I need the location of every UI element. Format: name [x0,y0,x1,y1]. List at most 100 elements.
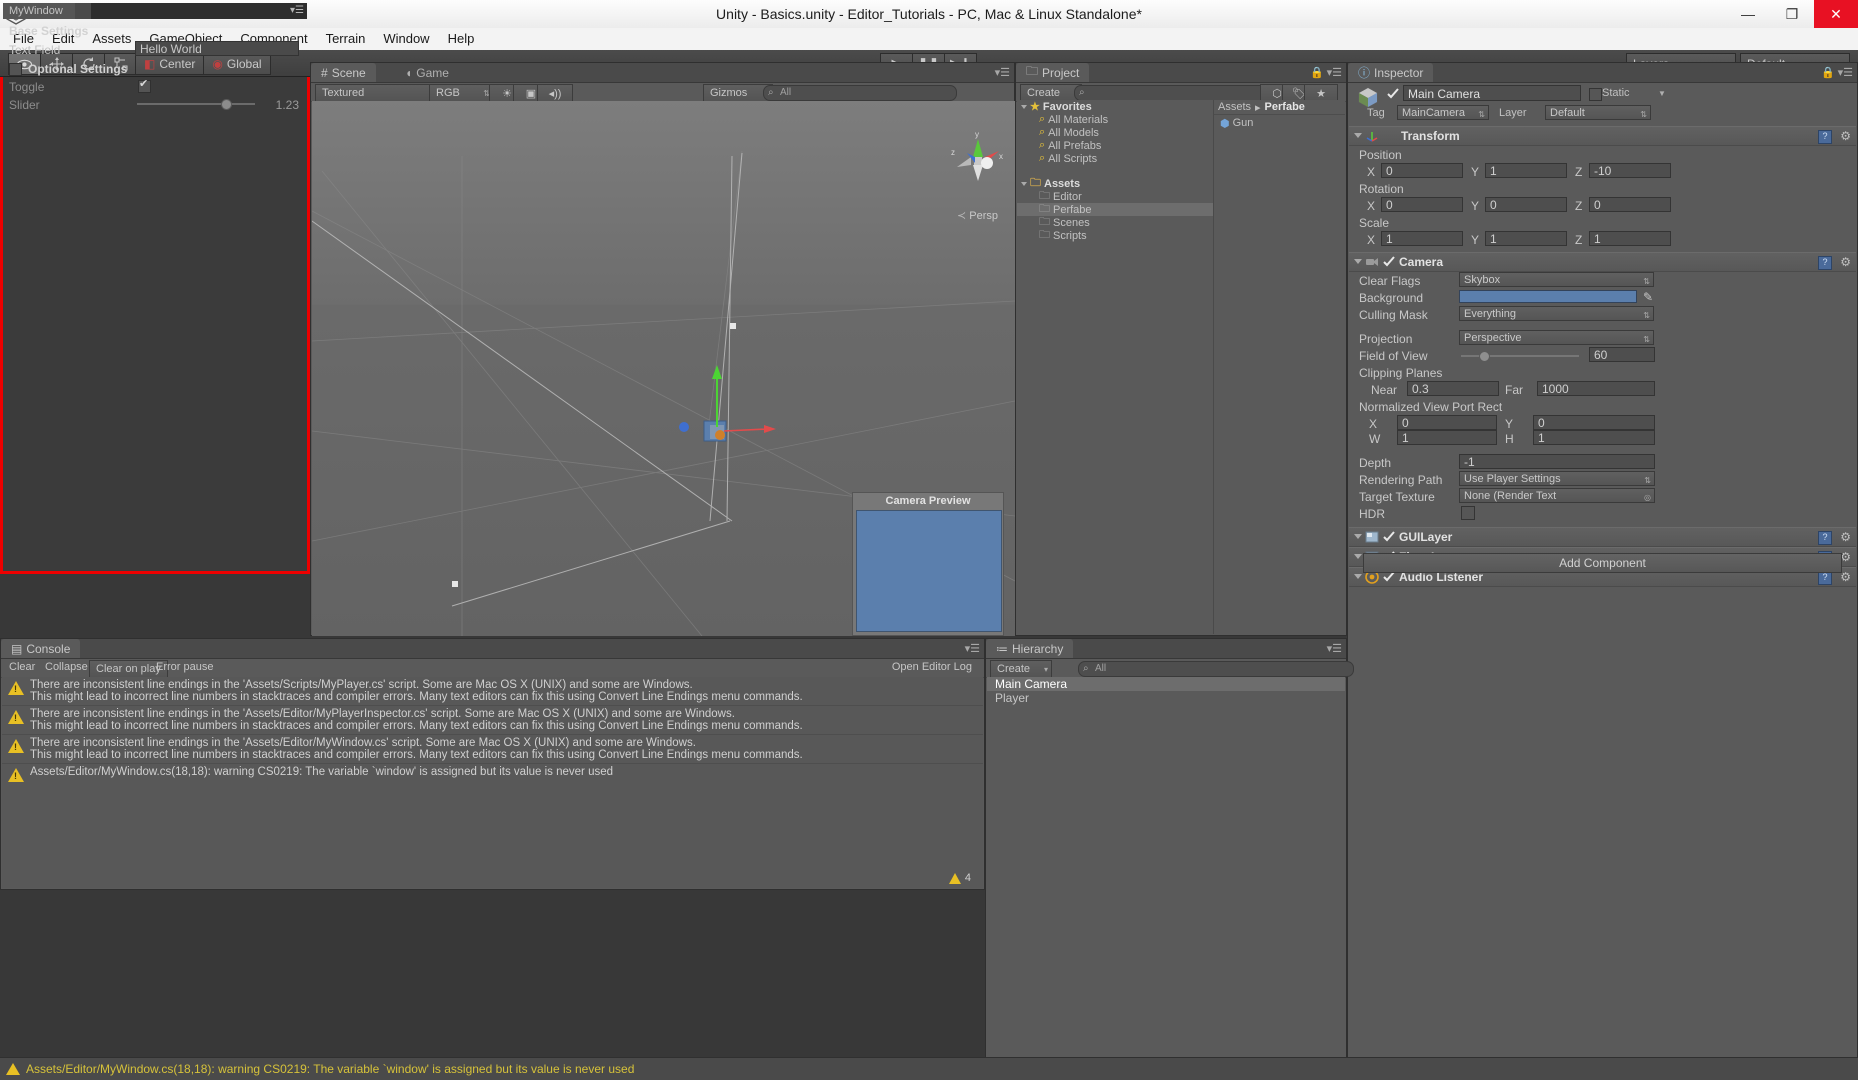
fov-value-input[interactable]: 60 [1589,347,1655,362]
guilayer-enabled-checkbox[interactable] [1383,531,1395,543]
console-collapse-button[interactable]: Collapse [45,661,88,673]
lock-icon[interactable]: 🔒 [1310,66,1324,79]
menu-help[interactable]: Help [439,29,484,49]
help-icon[interactable]: ? [1818,130,1832,144]
tree-item-all-materials[interactable]: ⌕ All Materials [1017,113,1213,126]
console-log-row[interactable]: There are inconsistent line endings in t… [2,706,983,734]
position-z-input[interactable]: -10 [1589,163,1671,178]
hierarchy-search-input[interactable]: ⌕ All [1078,661,1354,677]
position-x-input[interactable]: 0 [1381,163,1463,178]
component-header-transform[interactable]: Transform ? ⚙ [1349,126,1856,146]
chevron-down-icon[interactable] [1021,182,1027,186]
gameobject-enabled-checkbox[interactable] [1387,88,1399,100]
console-log-row[interactable]: Assets/Editor/MyWindow.cs(18,18): warnin… [2,764,983,790]
breadcrumb-root[interactable]: Assets [1218,101,1251,113]
menu-terrain[interactable]: Terrain [317,29,375,49]
slider-knob[interactable] [221,99,232,110]
rotation-z-input[interactable]: 0 [1589,197,1671,212]
projection-dropdown[interactable]: Perspective ⇅ [1459,330,1654,345]
tag-dropdown[interactable]: MainCamera ⇅ [1397,105,1489,120]
rendering-path-dropdown[interactable]: Use Player Settings ⇅ [1459,471,1655,486]
scene-orientation-gizmo[interactable]: y z x [947,129,1009,191]
tree-item-scripts[interactable]: 🗀 Scripts [1017,229,1213,242]
help-icon[interactable]: ? [1818,571,1832,585]
optional-settings-checkbox[interactable] [9,63,22,76]
gear-icon[interactable]: ⚙ [1840,255,1851,269]
panel-menu-icon[interactable]: ▾☰ [1327,642,1342,655]
scale-x-input[interactable]: 1 [1381,231,1463,246]
tab-inspector[interactable]: ⓘ Inspector [1348,63,1433,82]
viewport-x-input[interactable]: 0 [1397,415,1497,430]
render-mode-dropdown[interactable]: RGB ⇅ [429,84,495,102]
add-component-button[interactable]: Add Component [1363,553,1842,573]
project-tree[interactable]: ★ Favorites ⌕ All Materials ⌕ All Models… [1017,100,1214,634]
tree-item-all-scripts[interactable]: ⌕ All Scripts [1017,152,1213,165]
depth-input[interactable]: -1 [1459,454,1655,469]
gameobject-name-input[interactable]: Main Camera [1403,85,1581,101]
static-checkbox[interactable] [1589,88,1602,101]
tab-console[interactable]: ▤ Console [1,639,80,658]
culling-mask-dropdown[interactable]: Everything ⇅ [1459,306,1654,321]
camera-enabled-checkbox[interactable] [1383,256,1395,268]
project-contents[interactable]: Assets ▸ Perfabe ⬢ Gun [1214,100,1345,634]
slider-track[interactable] [137,103,255,105]
tab-mywindow[interactable]: MyWindow [3,3,75,19]
rotation-y-input[interactable]: 0 [1485,197,1567,212]
clear-flags-dropdown[interactable]: Skybox ⇅ [1459,272,1654,287]
tab-scene[interactable]: # Scene [311,63,376,82]
text-field-input[interactable]: Hello World [135,41,299,56]
chevron-down-icon[interactable]: ▼ [1658,89,1666,98]
toggle-checkbox[interactable] [138,80,151,93]
eyedropper-icon[interactable]: ✎ [1643,290,1653,304]
audio-toggle-icon[interactable]: ◂)) [537,84,573,102]
chevron-down-icon[interactable] [1354,574,1362,579]
hierarchy-create-button[interactable]: Create ▾ [990,660,1052,678]
console-clear-button[interactable]: Clear [9,661,35,673]
panel-menu-icon[interactable]: ▾☰ [965,642,980,655]
near-input[interactable]: 0.3 [1407,381,1499,396]
minimize-button[interactable]: — [1726,0,1770,28]
component-header-camera[interactable]: Camera ? ⚙ [1349,252,1856,272]
open-editor-log-button[interactable]: Open Editor Log [892,661,972,673]
tab-project[interactable]: 🗀 Project [1016,63,1089,82]
lock-icon[interactable]: 🔒 [1821,66,1835,79]
console-log-row[interactable]: There are inconsistent line endings in t… [2,677,983,705]
viewport-w-input[interactable]: 1 [1397,430,1497,445]
scale-y-input[interactable]: 1 [1485,231,1567,246]
far-input[interactable]: 1000 [1537,381,1655,396]
perspective-label[interactable]: ≺ Persp [957,209,998,222]
chevron-down-icon[interactable] [1354,534,1362,539]
console-log-list[interactable]: There are inconsistent line endings in t… [2,677,983,888]
panel-menu-icon[interactable]: ▾☰ [995,66,1010,79]
chevron-down-icon[interactable] [1354,259,1362,264]
hierarchy-list[interactable]: Main Camera Player [987,677,1345,1060]
component-header-guilayer[interactable]: GUILayer ? ⚙ [1349,527,1856,547]
tab-game[interactable]: ◖ Game [395,63,459,82]
hierarchy-item-main-camera[interactable]: Main Camera [987,677,1345,691]
maximize-button[interactable]: ❐ [1770,0,1814,28]
gear-icon[interactable]: ⚙ [1840,129,1851,143]
console-log-row[interactable]: There are inconsistent line endings in t… [2,735,983,763]
panel-menu-icon[interactable]: ▾☰ [290,5,304,16]
tree-item-favorites[interactable]: ★ Favorites [1017,100,1213,113]
selected-object-gizmo[interactable] [672,359,792,469]
object-picker-icon[interactable]: ◎ [1644,490,1651,505]
layer-dropdown[interactable]: Default ⇅ [1545,105,1651,120]
status-bar[interactable]: Assets/Editor/MyWindow.cs(18,18): warnin… [0,1057,1858,1080]
asset-item-gun[interactable]: ⬢ Gun [1214,115,1345,131]
gear-icon[interactable]: ⚙ [1840,530,1851,544]
tab-hierarchy[interactable]: ≔ Hierarchy [986,639,1073,658]
tree-item-all-prefabs[interactable]: ⌕ All Prefabs [1017,139,1213,152]
panel-menu-icon[interactable]: ▾☰ [1327,66,1342,79]
chevron-down-icon[interactable] [1354,554,1362,559]
console-error-pause-button[interactable]: Error pause [156,661,213,673]
scale-z-input[interactable]: 1 [1589,231,1671,246]
panel-menu-icon[interactable]: ▾☰ [1838,66,1853,79]
tree-item-all-models[interactable]: ⌕ All Models [1017,126,1213,139]
viewport-y-input[interactable]: 0 [1533,415,1655,430]
background-color-swatch[interactable] [1459,290,1637,303]
hierarchy-item-player[interactable]: Player [987,691,1345,705]
help-icon[interactable]: ? [1818,256,1832,270]
draw-mode-dropdown[interactable]: Textured ⇅ [315,84,441,102]
chevron-down-icon[interactable] [1354,133,1362,138]
